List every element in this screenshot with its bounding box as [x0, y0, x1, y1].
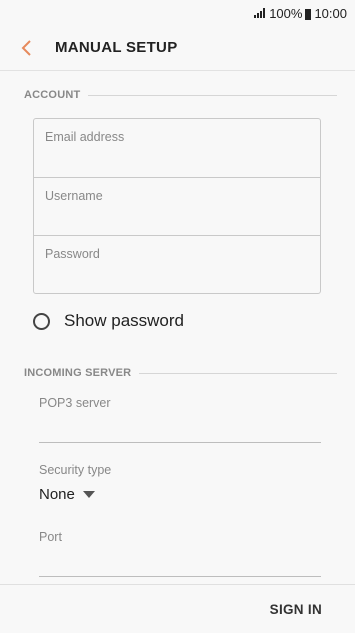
username-placeholder: Username	[45, 189, 103, 203]
app-bar: MANUAL SETUP	[0, 26, 355, 70]
email-field[interactable]: Email address	[34, 119, 320, 177]
status-bar: 100% 10:00	[0, 0, 355, 26]
section-divider	[88, 94, 337, 96]
page-title: MANUAL SETUP	[55, 39, 178, 56]
password-field[interactable]: Password	[34, 235, 320, 293]
battery-icon	[305, 8, 312, 20]
email-placeholder: Email address	[45, 130, 125, 144]
account-fields-card: Email address Username Password	[33, 118, 321, 294]
username-field[interactable]: Username	[34, 177, 320, 235]
pop3-server-placeholder: POP3 server	[39, 396, 111, 410]
section-divider	[139, 372, 337, 374]
sign-in-button[interactable]: SIGN IN	[270, 602, 322, 617]
clock: 10:00	[314, 5, 347, 21]
show-password-label: Show password	[64, 311, 185, 330]
section-header-incoming-server: INCOMING SERVER	[24, 366, 337, 380]
dropdown-arrow-icon	[82, 491, 95, 498]
port-field[interactable]: Port	[39, 528, 321, 578]
security-type-label: Security type	[39, 463, 112, 477]
show-password-radio[interactable]	[33, 312, 50, 330]
appbar-divider	[0, 70, 355, 71]
security-type-label-wrap: Security type	[39, 461, 321, 479]
bottom-action-bar: SIGN IN	[0, 584, 355, 633]
back-arrow-icon[interactable]	[19, 39, 35, 57]
security-type-dropdown[interactable]: None	[39, 486, 95, 503]
section-header-account: ACCOUNT	[24, 88, 337, 102]
section-label-account: ACCOUNT	[24, 89, 81, 101]
port-placeholder: Port	[39, 530, 62, 544]
pop3-server-field[interactable]: POP3 server	[39, 394, 321, 444]
password-placeholder: Password	[45, 247, 100, 261]
signal-icon	[254, 8, 266, 18]
show-password-option[interactable]: Show password	[33, 311, 184, 331]
section-label-incoming-server: INCOMING SERVER	[24, 367, 132, 379]
battery-percent: 100%	[269, 5, 303, 21]
field-underline	[39, 442, 321, 443]
field-underline	[39, 576, 321, 577]
security-type-value: None	[39, 486, 75, 503]
